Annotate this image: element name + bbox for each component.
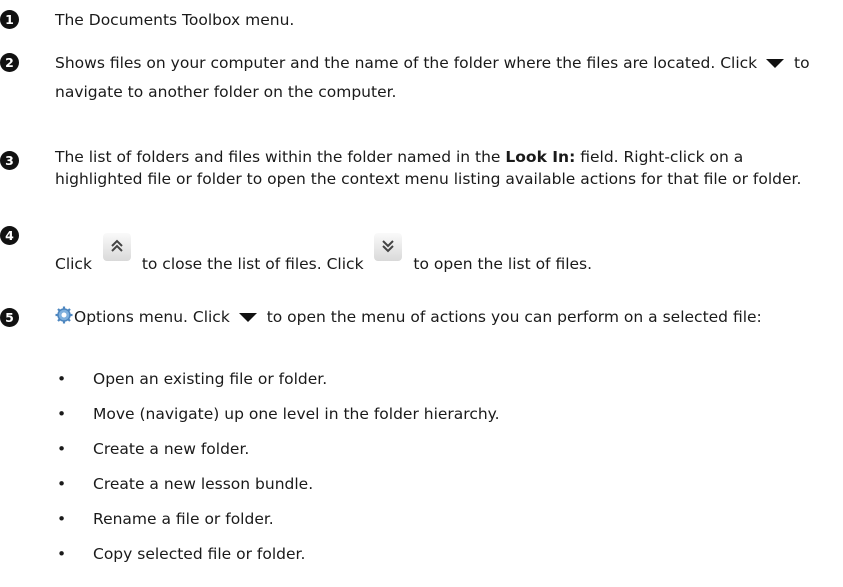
options-list: • Open an existing file or folder. • Move … (55, 362, 500, 572)
list-item: • Rename a file or folder. (57, 510, 274, 528)
list-item: • Copy selected file or folder. (57, 545, 306, 563)
item-2-text: Shows files on your computer and the nam… (55, 54, 810, 101)
item-1-text: The Documents Toolbox menu. (55, 11, 295, 29)
item-4-text: Click to close the list of files. Click … (55, 233, 821, 284)
callout-number-4: 4 (0, 226, 19, 245)
gear-icon (55, 306, 73, 324)
list-item: • Move (navigate) up one level in the fol… (57, 405, 500, 423)
callout-number-1: 1 (0, 10, 19, 29)
item-5-text: Options menu. Click to open the menu of … (55, 306, 821, 328)
list-item: • Open an existing file or folder. (57, 370, 328, 388)
expand-chevron-icon (374, 233, 403, 261)
list-item: • Create a new lesson bundle. (57, 475, 314, 493)
dropdown-arrow-icon (766, 59, 785, 68)
collapse-chevron-icon (102, 233, 131, 261)
callout-number-2: 2 (0, 53, 19, 72)
dropdown-arrow-icon (238, 313, 257, 322)
callout-number-3: 3 (0, 151, 19, 170)
item-3-text: The list of folders and files within the… (55, 148, 802, 188)
callout-number-5: 5 (0, 308, 19, 327)
list-item: • Create a new folder. (57, 440, 250, 458)
